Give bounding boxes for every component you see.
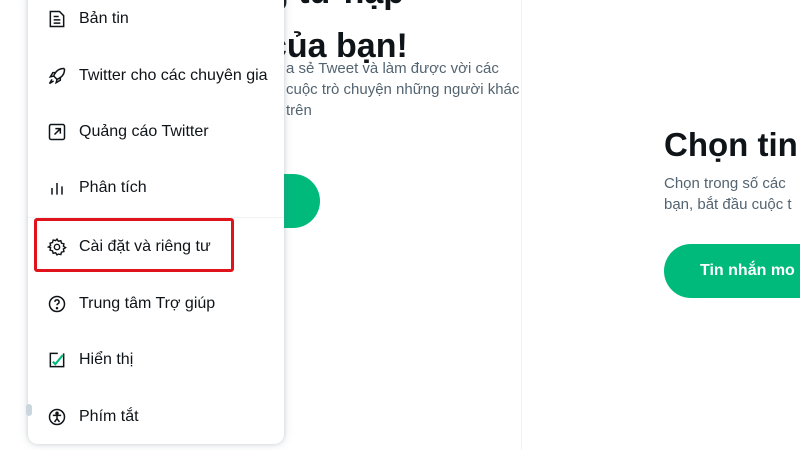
display-icon	[46, 349, 68, 371]
menu-item-label: Bản tin	[79, 10, 129, 27]
menu-item-twitter-professionals[interactable]: Twitter cho các chuyên gia	[28, 51, 284, 101]
menu-item-label: Phím tắt	[79, 408, 139, 425]
help-icon	[46, 293, 68, 315]
menu-item-help-center[interactable]: Trung tâm Trợ giúp	[28, 279, 284, 329]
menu-item-twitter-ads[interactable]: Quảng cáo Twitter	[28, 107, 284, 157]
select-message-description: Chọn trong số các bạn, bắt đầu cuộc t	[664, 173, 792, 215]
empty-state-description: a sẻ Tweet và làm được vời các cuộc trò …	[286, 60, 520, 119]
external-arrow-icon	[46, 121, 68, 143]
menu-item-label: Twitter cho các chuyên gia	[79, 67, 268, 84]
menu-item-label: Quảng cáo Twitter	[79, 123, 209, 140]
select-message-title: Chọn tin	[664, 126, 798, 163]
more-menu: Bản tin Twitter cho các chuyên gia Quảng…	[28, 0, 284, 444]
rocket-icon	[46, 65, 68, 87]
gear-icon	[46, 236, 68, 258]
menu-item-settings-privacy[interactable]: Cài đặt và riêng tư	[28, 222, 284, 272]
menu-item-display[interactable]: Hiển thị	[28, 335, 284, 385]
analytics-icon	[46, 177, 68, 199]
menu-divider	[28, 217, 284, 218]
newsletter-icon	[46, 8, 68, 30]
empty-state-heading-line1: g tư nập	[268, 0, 408, 14]
menu-item-label: Trung tâm Trợ giúp	[79, 295, 216, 312]
select-message-description-line2: bạn, bắt đầu cuộc t	[664, 196, 792, 213]
menu-item-analytics[interactable]: Phân tích	[28, 163, 284, 213]
menu-item-label: Cài đặt và riêng tư	[79, 238, 211, 255]
background-avatar-edge	[26, 404, 32, 416]
new-message-button[interactable]: Tin nhắn mo	[664, 244, 800, 298]
accessibility-icon	[46, 406, 68, 428]
menu-item-keyboard-shortcuts[interactable]: Phím tắt	[28, 392, 284, 442]
select-message-description-line1: Chọn trong số các	[664, 175, 786, 192]
menu-item-newsletters[interactable]: Bản tin	[28, 0, 284, 44]
menu-item-label: Phân tích	[79, 179, 147, 196]
select-message-panel: Chọn tin Chọn trong số các bạn, bắt đầu …	[523, 0, 800, 450]
menu-item-label: Hiển thị	[79, 351, 134, 368]
